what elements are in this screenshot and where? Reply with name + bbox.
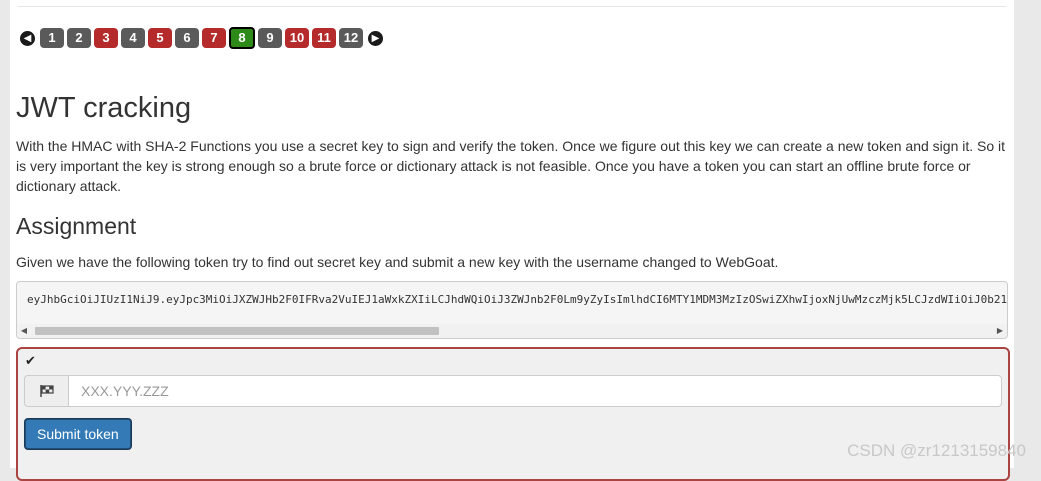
prev-page-arrow-icon[interactable]: ◀	[20, 30, 35, 46]
watermark-text: CSDN @zr1213159840	[847, 441, 1026, 460]
lesson-intro-text: With the HMAC with SHA-2 Functions you u…	[16, 138, 1006, 194]
assignment-heading: Assignment	[16, 213, 137, 239]
token-input[interactable]	[68, 375, 1002, 407]
page-step-8-current[interactable]: 8	[229, 27, 255, 49]
page-step-9[interactable]: 9	[258, 28, 282, 48]
page-step-4[interactable]: 4	[121, 28, 145, 48]
page-title: JWT cracking	[16, 92, 192, 124]
lesson-page: ◀ 1 2 3 4 5 6 7 8 9 10 11 12 ▶ JWT crack…	[10, 0, 1014, 481]
scroll-right-icon[interactable]: ▶	[993, 324, 1007, 338]
divider	[18, 6, 1006, 7]
page-step-1[interactable]: 1	[40, 28, 64, 48]
scroll-left-icon[interactable]: ◀	[17, 324, 31, 338]
scrollbar-thumb[interactable]	[35, 327, 439, 335]
token-input-group	[24, 375, 1002, 407]
assignment-text: Given we have the following token try to…	[16, 254, 779, 270]
flag-icon	[24, 375, 68, 407]
submit-token-button[interactable]: Submit token	[25, 419, 131, 449]
next-page-arrow-icon[interactable]: ▶	[368, 30, 383, 46]
token-code-block: eyJhbGciOiJIUzI1NiJ9.eyJpc3MiOiJXZWJHb2F…	[16, 281, 1008, 339]
page-step-5[interactable]: 5	[148, 28, 172, 48]
checkmark-icon: ✔	[25, 354, 36, 369]
page-step-7[interactable]: 7	[202, 28, 226, 48]
horizontal-scrollbar[interactable]: ◀ ▶	[17, 324, 1007, 338]
page-step-2[interactable]: 2	[67, 28, 91, 48]
page-step-12[interactable]: 12	[339, 28, 363, 48]
page-step-11[interactable]: 11	[312, 28, 336, 48]
page-step-10[interactable]: 10	[285, 28, 309, 48]
page-step-6[interactable]: 6	[175, 28, 199, 48]
lesson-pagination: ◀ 1 2 3 4 5 6 7 8 9 10 11 12 ▶	[18, 27, 385, 49]
page-step-3[interactable]: 3	[94, 28, 118, 48]
jwt-token-text: eyJhbGciOiJIUzI1NiJ9.eyJpc3MiOiJXZWJHb2F…	[27, 293, 1008, 306]
